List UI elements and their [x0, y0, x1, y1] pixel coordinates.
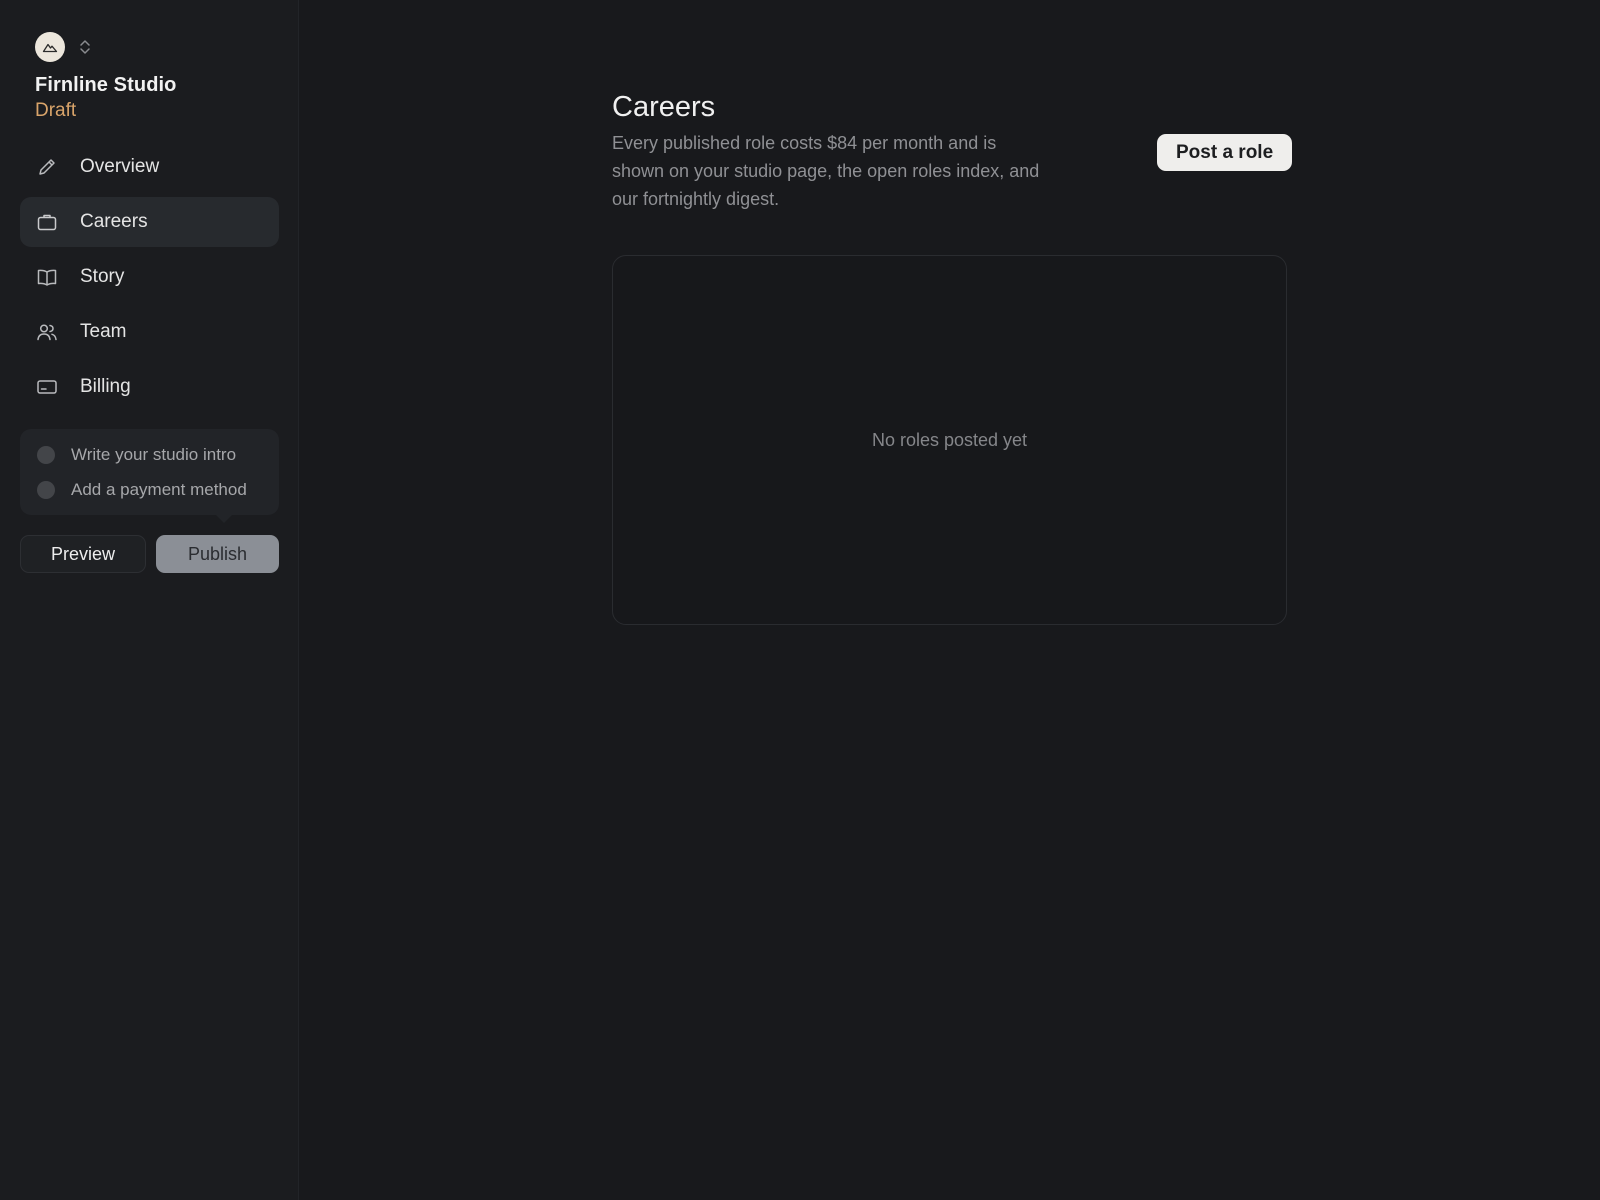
- sidebar-item-label: Billing: [80, 376, 131, 397]
- sidebar-actions: Preview Publish: [20, 535, 279, 573]
- app-shell: Firnline Studio Draft Overview Careers S…: [0, 0, 1600, 1200]
- studio-name: Firnline Studio: [35, 74, 177, 96]
- sidebar-item-label: Story: [80, 266, 125, 287]
- sidebar-item-billing[interactable]: Billing: [20, 362, 279, 412]
- sidebar-item-careers[interactable]: Careers: [20, 197, 279, 247]
- checklist-item-label: Add a payment method: [71, 479, 247, 499]
- checklist-status-dot: [37, 480, 55, 499]
- studio-switcher-button[interactable]: [77, 36, 93, 58]
- briefcase-icon: [36, 211, 58, 233]
- preview-button[interactable]: Preview: [20, 535, 146, 573]
- page-title: Careers: [612, 91, 716, 123]
- checklist-item[interactable]: Add a payment method: [20, 472, 279, 507]
- empty-state-text: No roles posted yet: [871, 429, 1028, 450]
- pencil-icon: [36, 156, 58, 178]
- sidebar-item-label: Team: [80, 321, 127, 342]
- card-icon: [36, 376, 58, 398]
- mountain-icon: [42, 43, 58, 53]
- checklist-status-dot: [37, 445, 55, 464]
- users-icon: [36, 321, 58, 343]
- sidebar-item-label: Overview: [80, 156, 160, 177]
- post-role-button[interactable]: Post a role: [1157, 134, 1293, 171]
- roles-empty-state: No roles posted yet: [612, 255, 1287, 625]
- book-icon: [36, 266, 58, 288]
- page-description: Every published role costs $84 per month…: [612, 133, 1040, 209]
- checklist-item[interactable]: Write your studio intro: [20, 437, 279, 472]
- studio-status: Draft: [35, 100, 77, 121]
- setup-checklist: Write your studio intro Add a payment me…: [20, 429, 279, 523]
- sidebar-item-team[interactable]: Team: [20, 307, 279, 357]
- publish-button[interactable]: Publish: [156, 535, 279, 573]
- sidebar-item-overview[interactable]: Overview: [20, 142, 279, 192]
- chevron-up-down-icon: [80, 40, 90, 54]
- sidebar-nav: Overview Careers Story Team Billing: [20, 142, 279, 417]
- brand-row: [35, 32, 93, 62]
- main-content: Careers Every published role costs $84 p…: [299, 0, 1600, 1200]
- sidebar: Firnline Studio Draft Overview Careers S…: [0, 0, 299, 1200]
- sidebar-item-label: Careers: [80, 211, 148, 232]
- sidebar-item-story[interactable]: Story: [20, 252, 279, 302]
- checklist-pointer: [216, 515, 232, 523]
- checklist-item-label: Write your studio intro: [71, 444, 237, 464]
- studio-avatar[interactable]: [35, 32, 65, 62]
